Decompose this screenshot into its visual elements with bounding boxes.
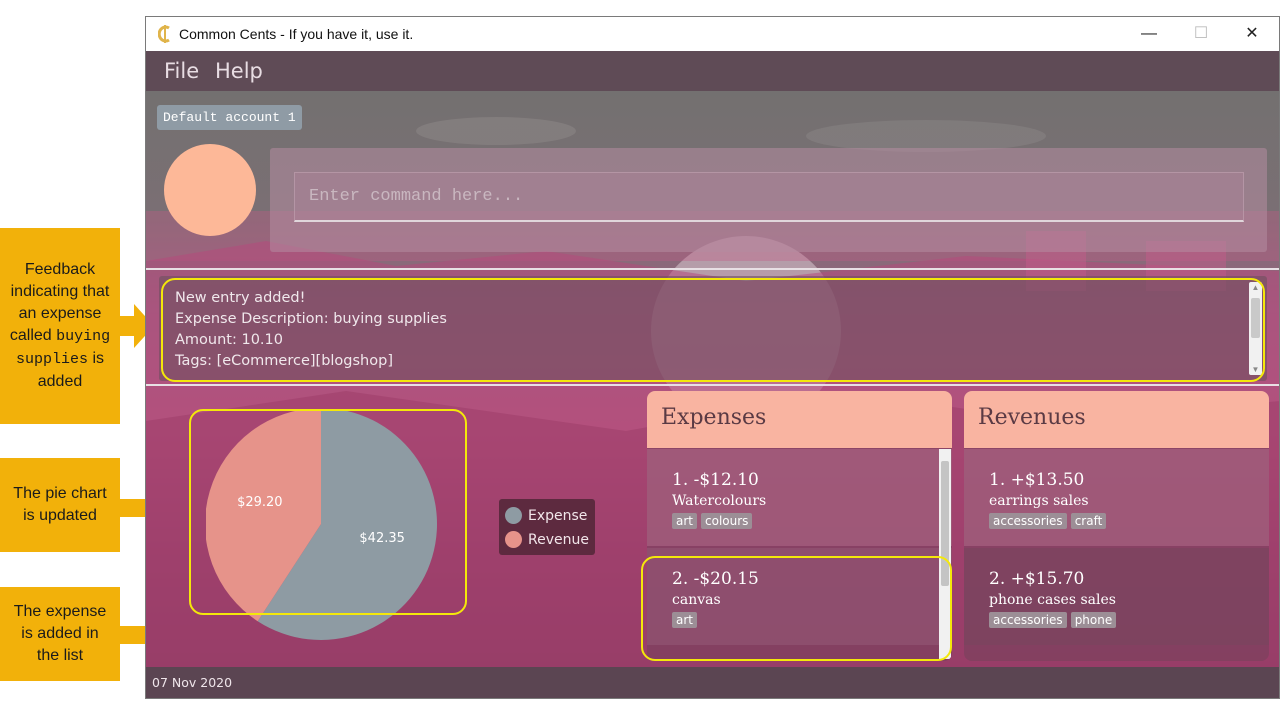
tag: accessories — [989, 513, 1067, 529]
revenues-title: Revenues — [978, 405, 1086, 430]
legend-dot-expense — [505, 507, 522, 524]
command-panel: Enter command here... — [270, 148, 1267, 252]
entry-description: Watercolours — [672, 493, 767, 509]
status-bar: 07 Nov 2020 — [146, 667, 1279, 698]
annotation-pie-text: The pie chart is updated — [13, 485, 107, 524]
expenses-header: Expenses — [647, 391, 952, 448]
tag: phone — [1070, 612, 1117, 628]
entry-amount: 2. +$15.70 — [989, 569, 1085, 589]
menu-help[interactable]: Help — [215, 59, 263, 83]
menu-file[interactable]: File — [164, 59, 199, 83]
entry-tags: accessories phone — [989, 612, 1117, 628]
legend-label-expense: Expense — [528, 507, 588, 524]
revenues-panel: Revenues 1. +$13.50 earrings sales acces… — [964, 391, 1269, 661]
highlight-list-item — [641, 556, 952, 661]
command-input[interactable]: Enter command here... — [294, 172, 1244, 222]
maximize-button[interactable]: ☐ — [1181, 21, 1221, 47]
legend-dot-revenue — [505, 531, 522, 548]
annotation-list: The expense is added in the list — [0, 587, 120, 681]
entry-amount: 1. -$12.10 — [672, 470, 759, 490]
entry-tags: art colours — [672, 513, 753, 529]
list-item[interactable]: 1. -$12.10 Watercolours art colours — [647, 449, 952, 546]
legend-label-revenue: Revenue — [528, 531, 589, 548]
tag: colours — [701, 513, 753, 529]
tag: craft — [1070, 513, 1107, 529]
coin-icon — [158, 25, 170, 43]
avatar — [164, 144, 256, 236]
close-button[interactable]: ✕ — [1232, 21, 1272, 47]
title-bar: Common Cents - If you have it, use it. —… — [146, 17, 1279, 51]
annotation-feedback: Feedback indicating that an expense call… — [0, 228, 120, 424]
minimize-button[interactable]: — — [1129, 21, 1169, 47]
list-item[interactable]: 2. +$15.70 phone cases sales accessories… — [964, 548, 1269, 645]
app-window: Common Cents - If you have it, use it. —… — [145, 16, 1280, 699]
account-badge[interactable]: Default account 1 — [157, 105, 302, 130]
tag: art — [672, 513, 697, 529]
revenues-header: Revenues — [964, 391, 1269, 448]
chart-legend: Expense Revenue — [499, 499, 595, 555]
annotation-pie: The pie chart is updated — [0, 458, 120, 552]
annotation-feedback-text: Feedback indicating that an expense call… — [0, 259, 120, 393]
menu-bar: File Help — [146, 51, 1279, 91]
entry-description: phone cases sales — [989, 592, 1116, 608]
main-area: Default account 1 Enter command here... … — [146, 91, 1279, 674]
highlight-feedback — [161, 278, 1265, 382]
annotation-list-text: The expense is added in the list — [13, 603, 107, 664]
legend-item-expense: Expense — [505, 507, 587, 524]
highlight-pie — [189, 409, 467, 615]
status-date: 07 Nov 2020 — [152, 675, 233, 690]
legend-item-revenue: Revenue — [505, 531, 589, 548]
entry-amount: 1. +$13.50 — [989, 470, 1085, 490]
divider-bottom — [146, 384, 1279, 386]
entry-description: earrings sales — [989, 493, 1089, 509]
entry-tags: accessories craft — [989, 513, 1107, 529]
window-title: Common Cents - If you have it, use it. — [179, 26, 414, 42]
expenses-title: Expenses — [661, 405, 767, 430]
divider-top — [146, 268, 1279, 270]
list-item[interactable]: 1. +$13.50 earrings sales accessories cr… — [964, 449, 1269, 546]
tag: accessories — [989, 612, 1067, 628]
